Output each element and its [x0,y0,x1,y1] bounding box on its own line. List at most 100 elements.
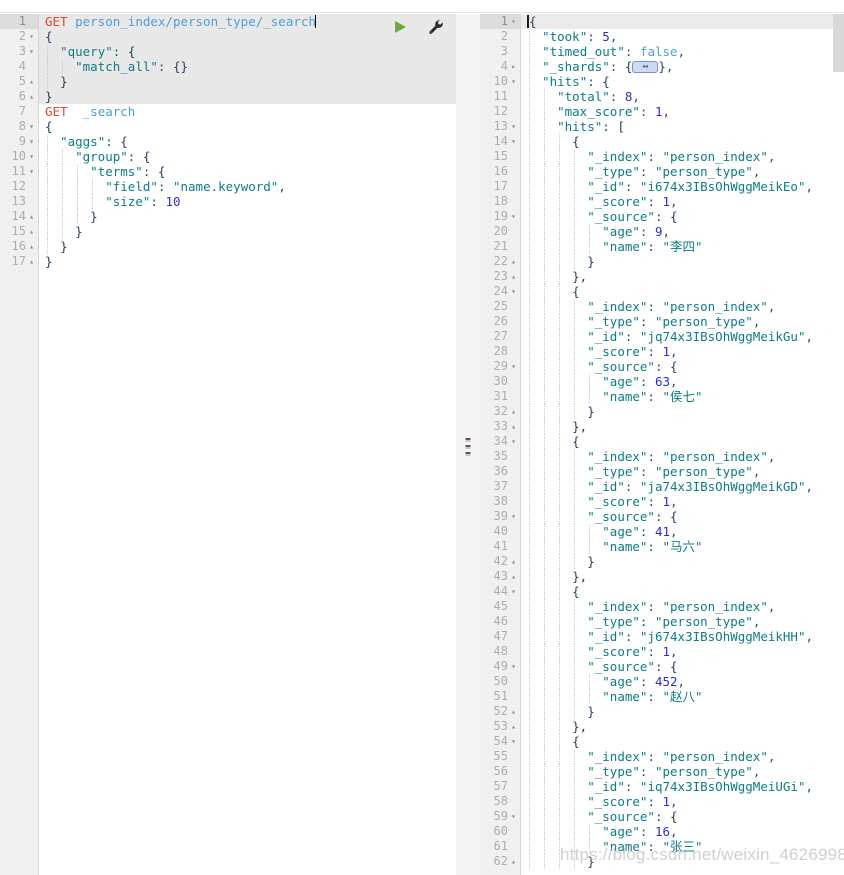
response-code-line[interactable]: }, [521,569,844,584]
response-line-number[interactable]: 16 [480,164,520,179]
chevron-down-fold-icon[interactable]: ▾ [508,134,519,149]
chevron-up-fold-icon[interactable]: ▴ [508,254,519,269]
chevron-down-fold-icon[interactable]: ▾ [508,659,519,674]
request-code-line[interactable]: } [39,74,456,89]
request-gutter[interactable]: 1 2 ▾ 3 ▾ 4 5 ▴ 6 ▴ 7 8 ▾ 9 ▾ 10 ▾ 11 ▾ 12 13 14 ▴ 15 ▴ 16 ▴ 17 ▴ [0,14,38,875]
chevron-up-fold-icon[interactable]: ▴ [26,239,37,254]
response-line-number[interactable]: 2 [480,29,520,44]
response-code-line[interactable]: "_type": "person_type", [521,764,844,779]
response-line-number[interactable]: 49 ▾ [480,659,520,674]
chevron-down-fold-icon[interactable]: ▾ [508,434,519,449]
response-code-line[interactable]: { [521,14,844,29]
request-line-number[interactable]: 2 ▾ [0,29,38,44]
chevron-up-fold-icon[interactable]: ▴ [26,89,37,104]
response-code-line[interactable]: { [521,584,844,599]
chevron-down-fold-icon[interactable]: ▾ [508,119,519,134]
request-line-number[interactable]: 13 [0,194,38,209]
response-code-line[interactable]: "_score": 1, [521,494,844,509]
response-code-line[interactable]: "_shards": {}, [521,59,844,74]
response-code-line[interactable]: "name": "侯七" [521,389,844,404]
response-line-number[interactable]: 58 [480,794,520,809]
response-line-number[interactable]: 62 ▴ [480,854,520,869]
request-line-number[interactable]: 5 ▴ [0,74,38,89]
request-code-line[interactable]: "query": { [39,44,456,59]
request-code-line[interactable]: "terms": { [39,164,456,179]
response-code-line[interactable]: "took": 5, [521,29,844,44]
chevron-up-fold-icon[interactable]: ▴ [508,854,519,869]
response-code-line[interactable]: "timed_out": false, [521,44,844,59]
response-line-number[interactable]: 53 ▴ [480,719,520,734]
request-code-line[interactable]: "match_all": {} [39,59,456,74]
chevron-up-fold-icon[interactable]: ▴ [508,404,519,419]
response-code-line[interactable]: "_id": "j674x3IBsOhWggMeikHH", [521,629,844,644]
response-code-line[interactable]: }, [521,419,844,434]
response-line-number[interactable]: 12 [480,104,520,119]
chevron-down-fold-icon[interactable]: ▾ [26,164,37,179]
response-line-number[interactable]: 40 [480,524,520,539]
chevron-down-fold-icon[interactable]: ▾ [508,74,519,89]
response-code-line[interactable]: "age": 16, [521,824,844,839]
response-line-number[interactable]: 3 [480,44,520,59]
request-code-line[interactable]: "size": 10 [39,194,456,209]
response-line-number[interactable]: 57 [480,779,520,794]
response-line-number[interactable]: 51 [480,689,520,704]
request-code-line[interactable]: } [39,239,456,254]
response-line-number[interactable]: 32 ▴ [480,404,520,419]
chevron-up-fold-icon[interactable]: ▴ [508,419,519,434]
response-code-line[interactable]: "_index": "person_index", [521,449,844,464]
response-code-line[interactable]: "_source": { [521,509,844,524]
response-line-number[interactable]: 39 ▾ [480,509,520,524]
response-code-line[interactable]: "_source": { [521,809,844,824]
response-code-line[interactable]: { [521,134,844,149]
chevron-down-fold-icon[interactable]: ▾ [508,284,519,299]
response-line-number[interactable]: 42 ▴ [480,554,520,569]
response-line-number[interactable]: 30 [480,374,520,389]
response-code-line[interactable]: } [521,404,844,419]
response-line-number[interactable]: 33 ▴ [480,419,520,434]
response-line-number[interactable]: 21 [480,239,520,254]
request-code-line[interactable]: } [39,254,456,269]
request-code-line[interactable]: } [39,224,456,239]
response-code-line[interactable]: "name": "李四" [521,239,844,254]
chevron-up-fold-icon[interactable]: ▴ [26,74,37,89]
response-line-number[interactable]: 44 ▾ [480,584,520,599]
response-line-number[interactable]: 46 [480,614,520,629]
response-code-line[interactable]: "_index": "person_index", [521,299,844,314]
scrollbar-thumb[interactable] [833,14,844,72]
request-editor-pane[interactable]: 1 2 ▾ 3 ▾ 4 5 ▴ 6 ▴ 7 8 ▾ 9 ▾ 10 ▾ 11 ▾ 12 13 14 ▴ 15 ▴ 16 ▴ 17 ▴ GE… [0,14,456,875]
request-code-line[interactable]: GET _search [39,104,456,119]
response-code-line[interactable]: "age": 63, [521,374,844,389]
request-ace-editor[interactable]: 1 2 ▾ 3 ▾ 4 5 ▴ 6 ▴ 7 8 ▾ 9 ▾ 10 ▾ 11 ▾ 12 13 14 ▴ 15 ▴ 16 ▴ 17 ▴ GE… [0,14,456,875]
response-line-number[interactable]: 34 ▾ [480,434,520,449]
chevron-down-fold-icon[interactable]: ▾ [26,44,37,59]
response-code-line[interactable]: "_score": 1, [521,644,844,659]
response-viewer-pane[interactable]: 1 ▾ 2 3 4 ▸ 10 ▾ 11 12 13 ▾ 14 ▾ 15 16 17 18 19 ▾ 20 21 22 ▴ 23 ▴… [480,14,844,875]
response-code-line[interactable]: "_index": "person_index", [521,149,844,164]
response-code-line[interactable]: } [521,254,844,269]
response-line-number[interactable]: 43 ▴ [480,569,520,584]
chevron-up-fold-icon[interactable]: ▴ [26,209,37,224]
response-code-line[interactable]: "name": "赵八" [521,689,844,704]
response-code-line[interactable]: "age": 41, [521,524,844,539]
response-code-line[interactable]: "hits": { [521,74,844,89]
output-vertical-scrollbar[interactable] [832,14,844,875]
request-line-number[interactable]: 4 [0,59,38,74]
response-code-line[interactable]: "total": 8, [521,89,844,104]
request-code-line[interactable]: } [39,209,456,224]
response-line-number[interactable]: 23 ▴ [480,269,520,284]
request-code-line[interactable]: } [39,89,456,104]
response-line-number[interactable]: 56 [480,764,520,779]
response-code-line[interactable]: } [521,704,844,719]
pane-splitter[interactable] [456,14,480,875]
response-line-number[interactable]: 18 [480,194,520,209]
response-code-line[interactable]: } [521,554,844,569]
chevron-down-fold-icon[interactable]: ▾ [508,14,519,29]
request-line-number[interactable]: 3 ▾ [0,44,38,59]
chevron-up-fold-icon[interactable]: ▴ [508,704,519,719]
response-line-number[interactable]: 25 [480,299,520,314]
response-viewer-content[interactable]: { "took": 5, "timed_out": false, "_shard… [520,14,844,875]
response-line-number[interactable]: 15 [480,149,520,164]
request-line-number[interactable]: 16 ▴ [0,239,38,254]
response-line-number[interactable]: 19 ▾ [480,209,520,224]
response-line-number[interactable]: 38 [480,494,520,509]
